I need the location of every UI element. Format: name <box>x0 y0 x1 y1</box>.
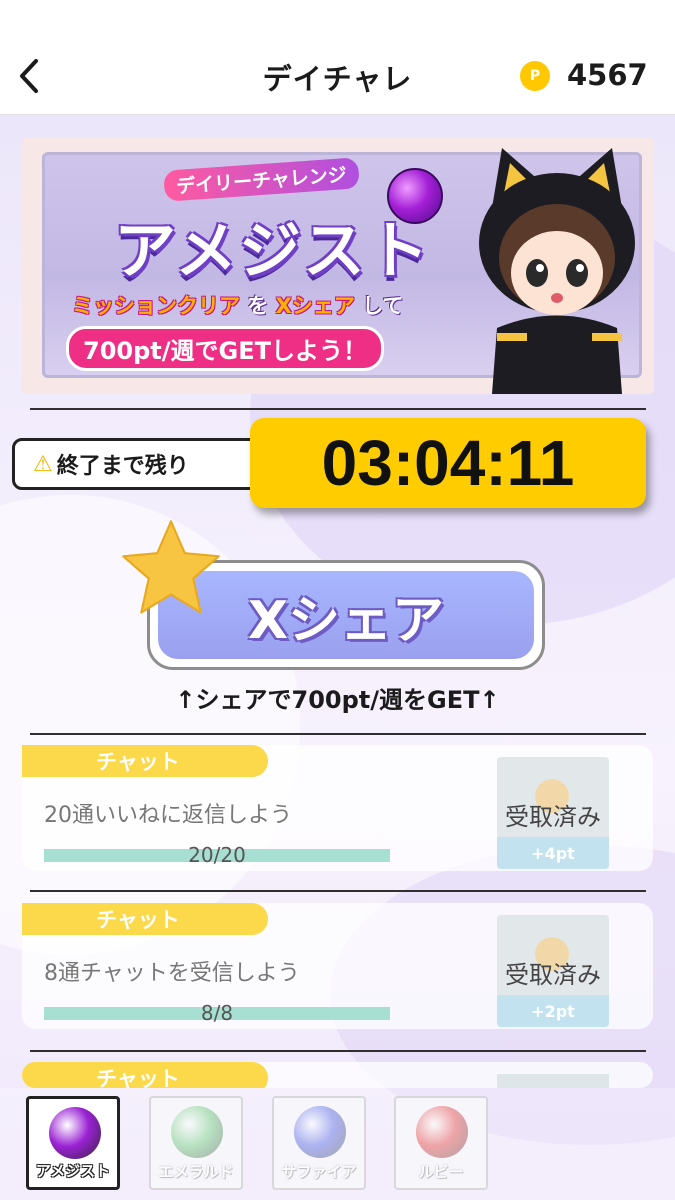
section-divider <box>30 890 646 892</box>
mission-progress-count: 20/20 <box>188 843 246 867</box>
point-coin-icon: P <box>520 61 550 91</box>
gem-tab-amethyst[interactable]: アメジスト <box>26 1096 120 1190</box>
banner-line-a: ミッションクリア <box>72 294 240 318</box>
banner-reward-pill: 700pt/週でGETしよう！ <box>66 326 384 371</box>
mission-card: チャット 20通いいねに返信しよう 20/20 +4pt 受取済み <box>22 745 653 871</box>
mascot-character-image <box>479 148 635 394</box>
mission-category-tag: チャット <box>22 903 268 935</box>
mission-card: チャット <box>22 1062 653 1088</box>
gem-tab-emerald[interactable]: エメラルド <box>149 1096 243 1190</box>
gem-tab-label: アメジスト <box>35 1162 111 1180</box>
section-divider <box>30 408 646 410</box>
share-caption: ↑シェアで700pt/週をGET↑ <box>175 686 500 714</box>
mission-description: 8通チャットを受信しよう <box>44 961 300 986</box>
section-divider <box>30 733 646 735</box>
sapphire-gem-icon <box>294 1106 346 1158</box>
banner-mission-line: ミッションクリア を Xシェア して <box>72 290 404 320</box>
time-remaining-label: ⚠ 終了まで残り <box>12 438 268 490</box>
star-icon <box>122 520 220 614</box>
gem-tab-label: ルビー <box>418 1163 464 1181</box>
banner-gem-name: アメジスト <box>114 214 431 287</box>
warning-icon: ⚠ <box>33 451 53 477</box>
reward-box[interactable] <box>497 1074 609 1088</box>
time-remaining-text: 終了まで残り <box>56 454 189 479</box>
mission-category-tag: チャット <box>22 1062 268 1088</box>
gem-tab-ruby[interactable]: ルビー <box>394 1096 488 1190</box>
gem-tab-sapphire[interactable]: サファイア <box>272 1096 366 1190</box>
mission-description: 20通いいねに返信しよう <box>44 803 292 828</box>
section-divider <box>30 1050 646 1052</box>
mission-category-tag: チャット <box>22 745 268 777</box>
reward-points: +2pt <box>497 995 609 1027</box>
challenge-banner: デイリーチャレンジ アメジスト ミッションクリア を Xシェア して 700pt… <box>22 138 654 394</box>
reward-status: 受取済み <box>505 961 601 989</box>
mission-progress-count: 8/8 <box>200 1001 234 1025</box>
reward-status: 受取済み <box>505 803 601 831</box>
banner-line-b: を <box>247 294 269 318</box>
ruby-gem-icon <box>416 1106 468 1158</box>
mission-card: チャット 8通チャットを受信しよう 8/8 +2pt 受取済み <box>22 903 653 1029</box>
countdown-timer: 03:04:11 <box>250 418 646 508</box>
gem-tab-label: エメラルド <box>158 1163 234 1181</box>
app-header: デイチャレ P 4567 <box>0 0 675 115</box>
reward-points: +4pt <box>497 837 609 869</box>
banner-line-d: して <box>362 294 404 318</box>
gem-tab-label: サファイア <box>281 1163 357 1181</box>
point-balance: 4567 <box>567 58 648 92</box>
amethyst-gem-icon <box>49 1107 101 1159</box>
emerald-gem-icon <box>171 1106 223 1158</box>
banner-line-c: Xシェア <box>275 294 355 318</box>
